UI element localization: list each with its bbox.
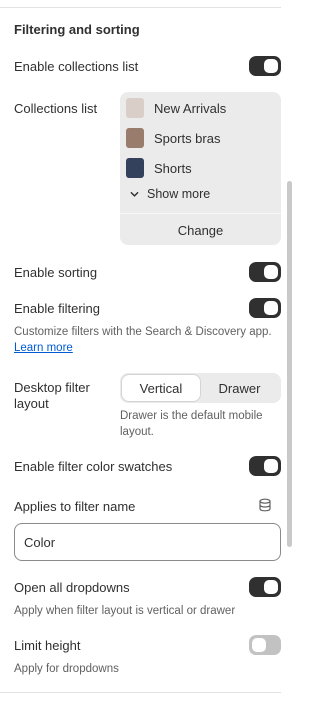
applies-to-filter-name-label: Applies to filter name — [14, 499, 136, 514]
open-all-dropdowns-help: Apply when filter layout is vertical or … — [14, 605, 236, 617]
collection-item-sports-bras[interactable]: Sports bras — [126, 125, 276, 151]
toggle-knob — [264, 59, 278, 73]
chevron-down-icon — [130, 191, 139, 197]
collection-name: New Arrivals — [154, 100, 227, 116]
collection-name: Sports bras — [154, 130, 221, 146]
open-all-dropdowns-toggle[interactable] — [249, 577, 281, 597]
enable-sorting-label: Enable sorting — [14, 265, 98, 280]
toggle-knob — [264, 301, 278, 315]
toggle-knob — [264, 459, 278, 473]
enable-filter-color-swatches-toggle[interactable] — [249, 456, 281, 476]
collection-item-new-arrivals[interactable]: New Arrivals — [126, 95, 276, 121]
enable-collections-list-toggle[interactable] — [249, 56, 281, 76]
change-collections-button[interactable]: Change — [120, 215, 281, 245]
collections-divider — [120, 213, 281, 214]
enable-filtering-toggle[interactable] — [249, 298, 281, 318]
database-icon[interactable] — [258, 498, 272, 512]
filter-name-input[interactable]: Color — [14, 523, 281, 561]
enable-filtering-label: Enable filtering — [14, 301, 100, 316]
desktop-filter-layout-label: Desktop filter layout — [14, 380, 90, 411]
desktop-filter-layout-segmented-control: Vertical Drawer — [120, 373, 281, 403]
desktop-filter-layout-help: Drawer is the default mobile layout. — [120, 410, 263, 438]
enable-sorting-toggle[interactable] — [249, 262, 281, 282]
collection-thumbnail — [126, 158, 144, 178]
collection-thumbnail — [126, 98, 144, 118]
layout-option-vertical[interactable]: Vertical — [122, 375, 200, 401]
toggle-knob — [264, 580, 278, 594]
filter-name-value: Color — [24, 534, 56, 550]
scrollbar-thumb[interactable] — [287, 181, 292, 547]
collections-list-label: Collections list — [14, 101, 98, 116]
bottom-divider — [0, 692, 281, 693]
limit-height-toggle[interactable] — [249, 635, 281, 655]
limit-height-label: Limit height — [14, 638, 81, 653]
enable-filtering-help-text: Customize filters with the Search & Disc… — [14, 326, 272, 338]
open-all-dropdowns-label: Open all dropdowns — [14, 580, 130, 595]
scrollbar[interactable] — [285, 0, 293, 709]
toggle-knob — [264, 265, 278, 279]
learn-more-link[interactable]: Learn more — [14, 342, 73, 354]
enable-collections-list-label: Enable collections list — [14, 59, 139, 74]
show-more-button[interactable]: Show more — [130, 187, 210, 201]
collections-list-box: New Arrivals Sports bras Shorts Show mor… — [120, 92, 281, 245]
enable-filter-color-swatches-label: Enable filter color swatches — [14, 459, 173, 474]
enable-filtering-help: Customize filters with the Search & Disc… — [14, 324, 284, 356]
show-more-label: Show more — [147, 187, 211, 201]
collection-thumbnail — [126, 128, 144, 148]
collection-name: Shorts — [154, 160, 192, 176]
collection-item-shorts[interactable]: Shorts — [126, 155, 276, 181]
top-divider — [0, 7, 281, 8]
limit-height-help: Apply for dropdowns — [14, 663, 119, 675]
section-heading: Filtering and sorting — [14, 22, 140, 37]
toggle-knob — [252, 638, 266, 652]
layout-option-drawer[interactable]: Drawer — [200, 375, 279, 401]
